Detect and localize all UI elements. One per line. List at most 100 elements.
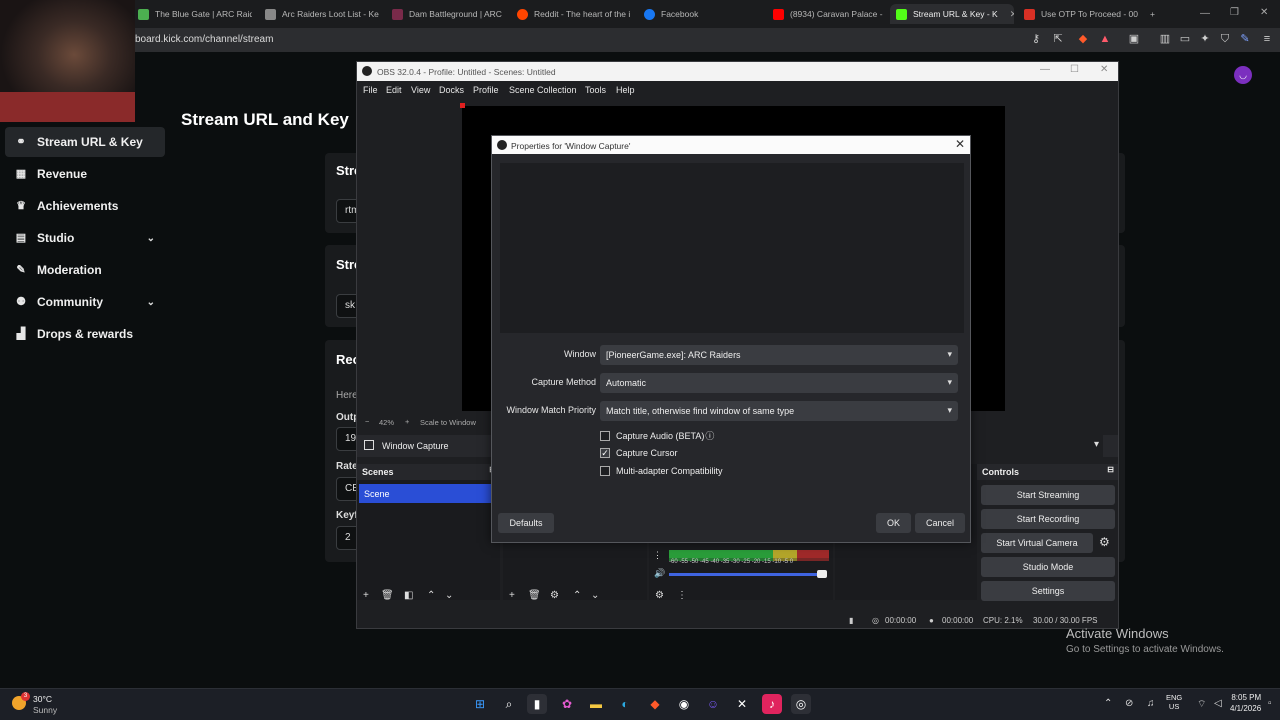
task-view-icon[interactable]: ▮ [527,694,547,714]
preview-handle[interactable] [460,103,465,108]
browser-tab[interactable]: Facebook [638,4,758,24]
close-icon[interactable]: ✕ [955,137,965,151]
arrow-up-icon[interactable]: ⌃ [427,590,435,601]
language-indicator[interactable]: ENG US [1166,693,1182,711]
browser-tab[interactable]: Dam Battleground | ARC R [386,4,504,24]
source-window-dropdown[interactable] [957,435,1103,457]
chevron-up-icon[interactable]: ⌃ [1104,698,1112,709]
weather-widget[interactable]: 3 30°C Sunny [10,692,70,716]
zoom-out-icon[interactable]: − [365,417,369,426]
sidebar-item-drops-rewards[interactable]: ▟ Drops & rewards [5,319,165,349]
maximize-icon[interactable]: ❐ [1230,7,1239,18]
rewards-icon[interactable]: ▲ [1098,32,1112,46]
options-icon[interactable]: ⋮ [677,590,687,601]
gear-icon[interactable]: ⚙ [655,590,664,601]
menu-edit[interactable]: Edit [386,85,402,95]
browser-tab[interactable]: (8934) Caravan Palace - Dr [767,4,885,24]
browser-tab[interactable]: The Blue Gate | ARC Raide [132,4,252,24]
menu-scene-collection[interactable]: Scene Collection [509,85,577,95]
mixer-options-icon[interactable]: ⋮ [653,550,662,561]
obs-taskbar-icon[interactable]: ◎ [791,694,811,714]
menu-icon[interactable]: ≡ [1260,32,1274,46]
wallet-icon[interactable]: ▭ [1178,32,1192,46]
start-recording-button[interactable]: Start Recording [981,509,1115,529]
volume-slider[interactable] [669,573,825,576]
avatar[interactable]: ◡ [1234,66,1252,84]
menu-profile[interactable]: Profile [473,85,499,95]
minimize-icon[interactable]: — [1040,64,1050,75]
reader-icon[interactable]: ▣ [1127,32,1141,46]
share-icon[interactable]: ⇱ [1051,32,1065,46]
studio-mode-button[interactable]: Studio Mode [981,557,1115,577]
dock-menu-icon[interactable]: ⊟ [1107,465,1114,474]
capture-method-select[interactable]: Automatic ▾ [600,373,958,393]
tiktok-icon[interactable]: ♪ [762,694,782,714]
volume-icon[interactable]: 🔊 [654,568,665,579]
menu-view[interactable]: View [411,85,430,95]
sidebar-toggle-icon[interactable]: ▥ [1158,32,1172,46]
notification-icon[interactable]: ▫ [1268,698,1272,709]
maximize-icon[interactable]: ☐ [1070,64,1079,75]
volume-slider-handle[interactable] [817,570,827,578]
system-clock[interactable]: 8:05 PM 4/1/2026 [1230,693,1261,713]
start-streaming-button[interactable]: Start Streaming [981,485,1115,505]
trash-icon[interactable]: 🗑 [528,590,541,601]
close-window-icon[interactable]: ✕ [1260,7,1268,18]
game-icon[interactable]: ✕ [732,694,752,714]
window-select[interactable]: [PioneerGame.exe]: ARC Raiders ▾ [600,345,958,365]
add-icon[interactable]: + [363,590,369,601]
start-virtual-camera-button[interactable]: Start Virtual Camera [981,533,1093,553]
sidebar-item-stream-url-key[interactable]: ⚭ Stream URL & Key [5,127,165,157]
browser-tab-active[interactable]: Stream URL & Key - K ✕ [890,4,1014,24]
browser-tab[interactable]: Arc Raiders Loot List - Kee [259,4,379,24]
sidebar-item-studio[interactable]: ▤ Studio ⌄ [5,223,165,253]
leo-icon[interactable]: ✎ [1238,32,1252,46]
match-priority-select[interactable]: Match title, otherwise find window of sa… [600,401,958,421]
trash-icon[interactable]: 🗑 [381,590,394,601]
capture-audio-checkbox[interactable] [600,430,610,441]
microphone-icon[interactable]: ♫ [1147,698,1155,709]
sidebar-item-moderation[interactable]: ✎ Moderation [5,255,165,285]
windows-start-icon[interactable]: ⊞ [470,694,490,714]
url-field[interactable]: board.kick.com/channel/stream [135,34,273,45]
add-icon[interactable]: + [509,590,515,601]
cancel-button[interactable]: Cancel [915,513,965,533]
help-icon[interactable]: ⓘ [705,429,714,442]
menu-docks[interactable]: Docks [439,85,464,95]
menu-file[interactable]: File [363,85,378,95]
arrow-down-icon[interactable]: ⌄ [591,590,599,601]
speaker-icon[interactable]: ◁ [1214,698,1222,709]
menu-tools[interactable]: Tools [585,85,606,95]
minimize-icon[interactable]: — [1200,8,1210,19]
gear-icon[interactable]: ⚙ [1099,535,1110,549]
menu-help[interactable]: Help [616,85,635,95]
zoom-in-icon[interactable]: + [405,417,409,426]
sidebar-item-achievements[interactable]: ♛ Achievements [5,191,165,221]
scene-list-item[interactable]: Scene [359,484,493,503]
filter-icon[interactable]: ◧ [404,590,413,601]
multi-adapter-checkbox[interactable] [600,466,610,476]
gear-icon[interactable]: ⚙ [550,590,559,601]
brave-icon[interactable]: ◆ [645,694,665,714]
close-icon[interactable]: ✕ [1100,64,1108,75]
vpn-icon[interactable]: ⛉ [1218,32,1232,46]
brave-shield-icon[interactable]: ◆ [1076,32,1090,46]
arrow-up-icon[interactable]: ⌃ [573,590,581,601]
extensions-icon[interactable]: ✦ [1198,32,1212,46]
file-explorer-icon[interactable]: ▬ [586,694,606,714]
edge-icon[interactable]: ◐ [615,694,635,714]
close-icon[interactable]: ✕ [1010,9,1014,20]
sidebar-item-revenue[interactable]: ▦ Revenue [5,159,165,189]
ok-button[interactable]: OK [876,513,911,533]
capture-cursor-checkbox[interactable]: ✓ [600,448,610,458]
search-icon[interactable]: ⌕ [499,694,519,714]
wifi-icon[interactable]: ⌔ [1197,698,1206,711]
steam-icon[interactable]: ◉ [674,694,694,714]
settings-button[interactable]: Settings [981,581,1115,601]
network-off-icon[interactable]: ⊘ [1125,698,1133,709]
discord-icon[interactable]: ☺ [703,694,723,714]
defaults-button[interactable]: Defaults [498,513,554,533]
arrow-down-icon[interactable]: ⌄ [445,590,453,601]
browser-tab[interactable]: Reddit - The heart of the i [511,4,631,24]
scale-to-window[interactable]: Scale to Window [420,418,476,427]
